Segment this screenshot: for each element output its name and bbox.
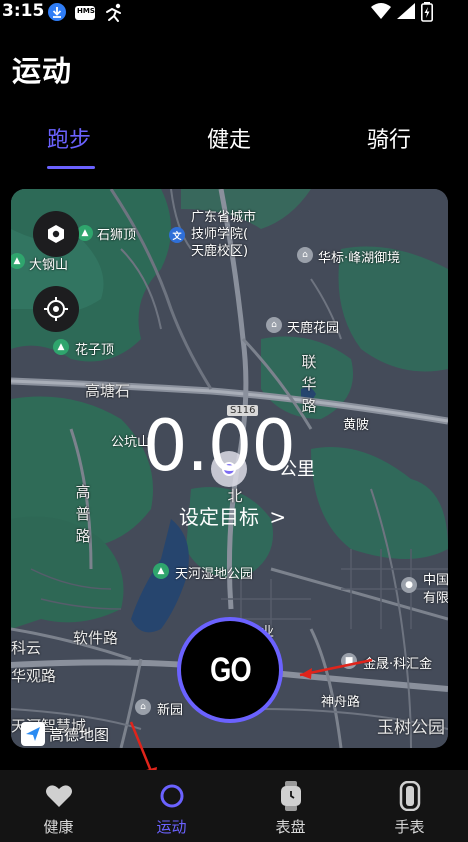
watch-face-icon [280,781,302,811]
arrow-to-sport-tab [129,721,155,777]
watch-icon [398,781,422,811]
bottom-navigation: 健康 运动 表盘 手表 [0,770,468,842]
nav-watch-face[interactable]: 表盘 [232,770,349,842]
nav-watch-label: 手表 [394,818,425,836]
nav-watch[interactable]: 手表 [351,770,468,842]
annotation-arrows [129,658,373,781]
ring-icon [159,782,185,810]
nav-watch-face-label: 表盘 [275,818,306,836]
nav-health-label: 健康 [43,818,74,836]
nav-health[interactable]: 健康 [0,770,117,842]
heart-icon [45,782,73,810]
nav-sport[interactable]: 运动 [113,770,230,842]
nav-sport-label: 运动 [156,818,187,836]
